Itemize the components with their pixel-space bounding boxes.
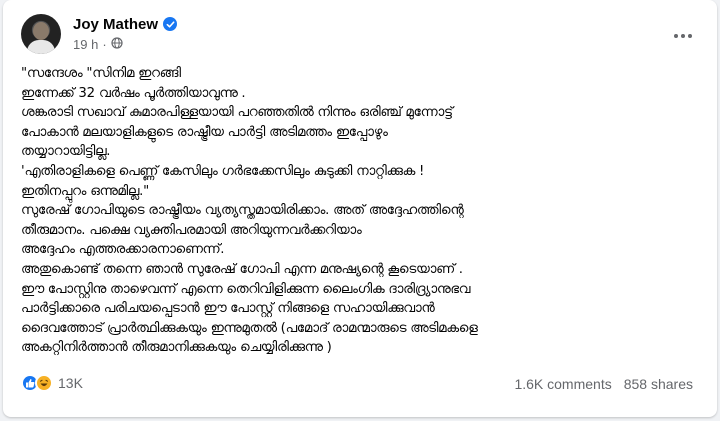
post-text-line: തീരുമാനം. പക്ഷെ വ്യക്തിപരമായി അറിയുന്നവർ… [21,222,362,238]
verified-badge-icon [163,17,178,31]
post-text-line: അതുകൊണ്ട് തന്നെ ഞാൻ സുരേഷ് ഗോപി എന്ന മനു… [21,261,463,277]
post-time[interactable]: 19 h [73,37,98,52]
more-options-icon[interactable] [669,22,697,50]
meta-separator: · [102,36,107,52]
post-text-line: ശങ്കരാടി സഖാവ് കുമാരപിള്ളയായി പറഞ്ഞതിൽ ന… [21,105,453,121]
post-footer: 13K 1.6K comments 858 shares [21,372,701,396]
post-text-line: ഈ പോസ്റ്റിനു താഴെവന്ന് എന്നെ തെറിവിളിക്ക… [21,281,471,297]
reaction-count: 13K [58,375,83,391]
post-meta: 19 h · [73,36,123,52]
post-text-line: പോകാൻ മലയാളികളുടെ രാഷ്ട്രീയ പാർട്ടി അടിമ… [21,124,388,140]
post-text-line: ദൈവത്തോട് പ്രാർത്ഥിക്കുകയും ഇന്നുമുതൽ (പ… [21,320,478,336]
globe-icon [111,36,123,52]
post-text-line: 'എതിരാളികളെ പെണ്ണ് കേസിലും ഗർഭക്കേസിലും … [21,163,425,179]
post-text-line: അദ്ദേഹം എത്തരക്കാരനാണെന്ന്. [21,242,225,258]
engagement-stats: 1.6K comments 858 shares [514,376,693,392]
post-text-line: തയ്യാറായിട്ടില്ല. [21,144,111,160]
post-text-line: "സന്ദേശം "സിനിമ ഇറങ്ങി [21,66,181,81]
post-text: "സന്ദേശം "സിനിമ ഇറങ്ങി ഇന്നേക്ക് 32 വർഷം … [21,64,711,358]
reaction-summary[interactable]: 13K [21,374,83,392]
post-text-line: അകറ്റിനിർത്താൻ തീരുമാനിക്കുകയും ചെയ്യിരി… [21,340,332,356]
post-card: Joy Mathew 19 h · "സന്ദേശം "സിനിമ ഇറങ്ങി… [3,0,717,417]
avatar-shirt [27,40,55,54]
comments-count[interactable]: 1.6K comments [514,376,611,392]
post-text-line: സുരേഷ് ഗോപിയുടെ രാഷ്ട്രീയം വ്യത്യസ്തമായി… [21,203,464,219]
avatar-face [33,22,49,40]
author-avatar[interactable] [21,14,61,54]
haha-reaction-icon [35,374,53,392]
author-name[interactable]: Joy Mathew [73,16,158,33]
post-text-line: പാർട്ടിക്കാരെ പരിചയപ്പെടാൻ ഈ പോസ്റ്റ് നി… [21,301,435,317]
post-text-line: ഇന്നേക്ക് 32 വർഷം പൂർത്തിയാവുന്നു . [21,85,246,101]
shares-count[interactable]: 858 shares [624,376,693,392]
post-header: Joy Mathew 19 h · [21,14,701,56]
post-text-line: ഇതിനപ്പുറം ഒന്നുമില്ല." [21,183,150,199]
author-name-row: Joy Mathew [73,14,178,34]
